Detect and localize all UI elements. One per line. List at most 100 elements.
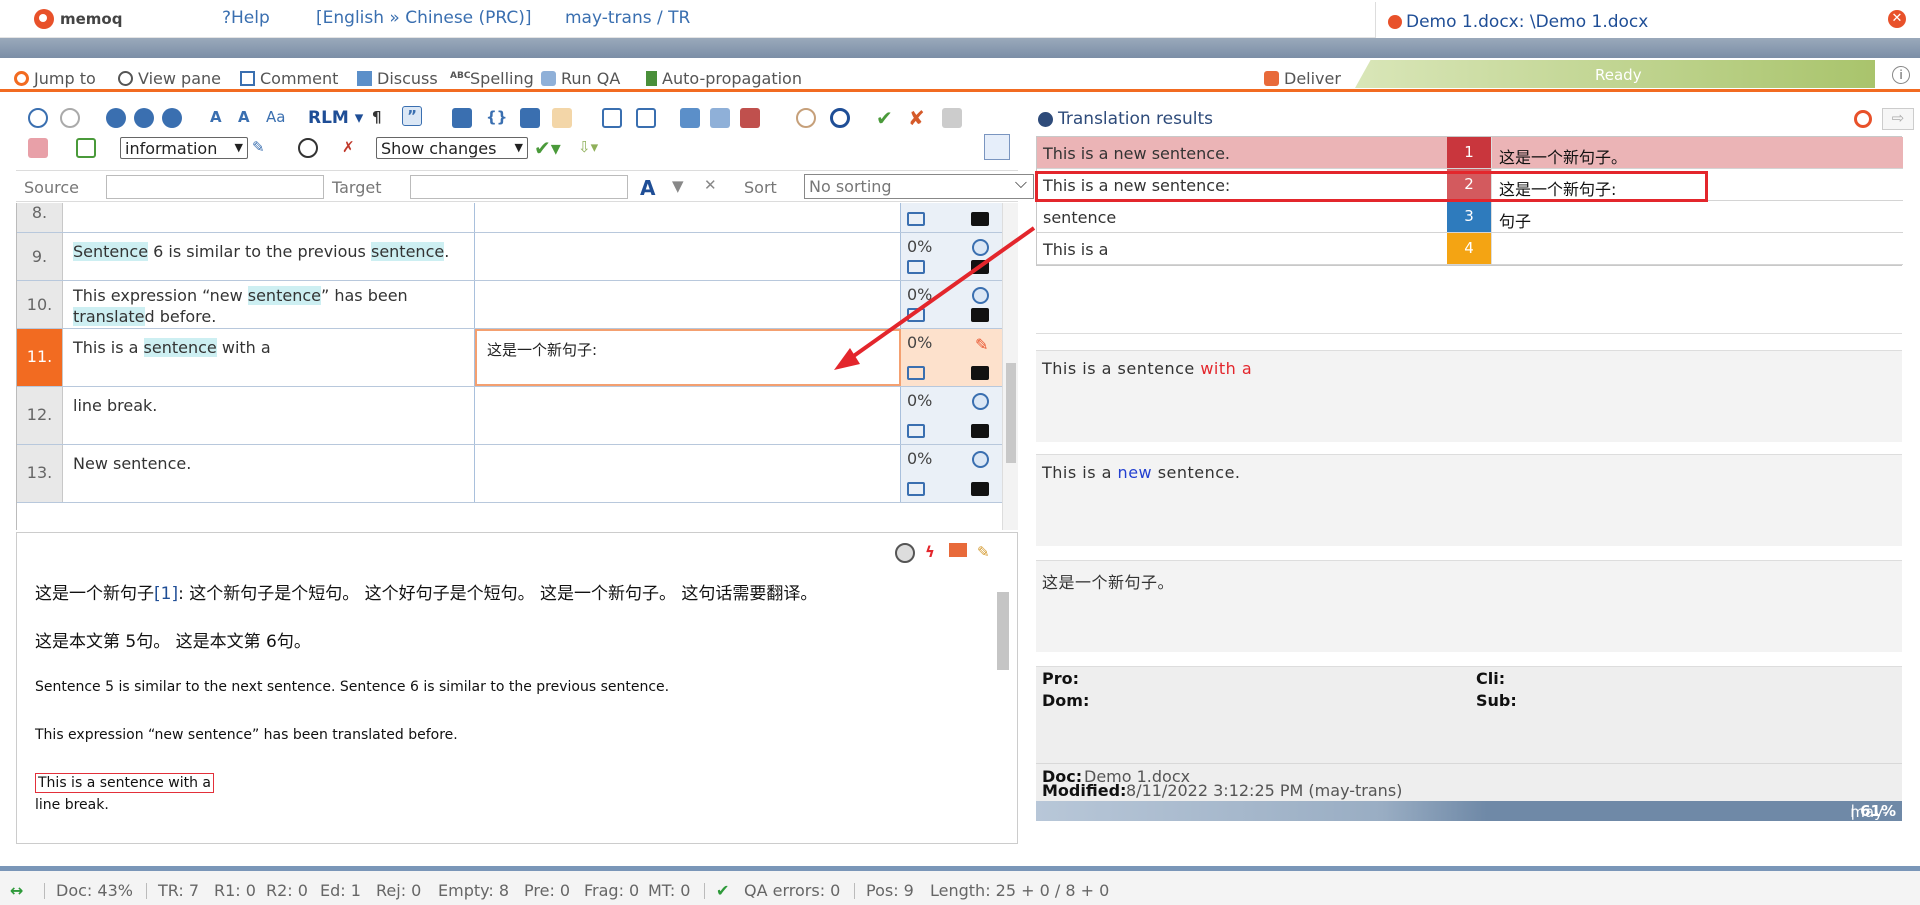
chat-icon[interactable] <box>971 260 989 274</box>
target-cell[interactable] <box>475 233 901 280</box>
bold-icon[interactable] <box>106 108 126 128</box>
comment-icon[interactable] <box>907 366 925 380</box>
undo-icon[interactable] <box>28 108 48 128</box>
run-qa-button[interactable]: Run QA <box>541 69 620 88</box>
comment-icon <box>240 71 255 86</box>
deliver-button[interactable]: Deliver <box>1264 69 1341 88</box>
propagate-dropdown-icon[interactable]: ⇩▾ <box>578 138 598 158</box>
source-cell[interactable]: This expression “new sentence” has been t… <box>63 281 475 328</box>
search-icon[interactable] <box>298 138 318 158</box>
grid-scrollbar[interactable] <box>1002 203 1018 530</box>
target-cell[interactable] <box>475 281 901 328</box>
spelling-button[interactable]: ABC Spelling <box>450 69 534 88</box>
comment-button[interactable]: Comment <box>240 69 338 88</box>
preview-eye-icon[interactable] <box>895 543 915 563</box>
target-cell[interactable] <box>475 387 901 444</box>
copy-tags-icon[interactable] <box>520 108 540 128</box>
chat-icon[interactable] <box>971 212 989 226</box>
comment-icon[interactable] <box>907 424 925 438</box>
lightning-icon[interactable]: ϟ <box>925 543 935 561</box>
rlm-button[interactable]: RLM ▾ <box>308 108 363 128</box>
table-row[interactable]: 8. <box>17 203 1002 233</box>
target-filter-input[interactable] <box>410 175 628 199</box>
source-cell[interactable] <box>63 203 475 232</box>
chat-icon[interactable] <box>971 366 989 380</box>
table-row[interactable]: 12. line break. 0% <box>17 387 1002 445</box>
source-cell[interactable]: This is a sentence with a <box>63 329 475 386</box>
italic-icon[interactable] <box>134 108 154 128</box>
underline-icon[interactable] <box>162 108 182 128</box>
reject-icon[interactable]: ✘ <box>908 106 928 130</box>
font-filter-icon[interactable]: A <box>640 176 660 200</box>
target-cell-editing[interactable]: 这是一个新句子: <box>475 329 901 386</box>
scroll-thumb[interactable] <box>997 592 1009 670</box>
subscript-icon[interactable]: A <box>238 108 258 128</box>
change-case-icon[interactable]: Aa <box>266 108 286 128</box>
lock-icon[interactable] <box>942 108 962 128</box>
discuss-button[interactable]: Discuss <box>357 69 438 88</box>
view-icon[interactable] <box>28 138 48 158</box>
tag-icon[interactable] <box>452 108 472 128</box>
target-cell[interactable] <box>475 203 901 232</box>
confirm-icon[interactable]: ✔ <box>876 106 896 130</box>
chat-icon[interactable] <box>971 424 989 438</box>
scroll-sync-icon[interactable]: ✎ <box>977 543 990 561</box>
insert-tag-icon[interactable]: {} <box>486 108 507 128</box>
comment-icon[interactable] <box>907 260 925 274</box>
table-row[interactable]: 9. Sentence 6 is similar to the previous… <box>17 233 1002 281</box>
concordance-icon[interactable] <box>830 108 850 128</box>
scroll-thumb[interactable] <box>1006 363 1016 463</box>
link-icon[interactable] <box>796 108 816 128</box>
status-pre: Pre: 0 <box>524 881 571 900</box>
jump-to-button[interactable]: Jump to <box>14 69 96 88</box>
pen-icon[interactable]: ✎ <box>252 138 272 158</box>
chat-icon[interactable] <box>971 482 989 496</box>
preview-scrollbar[interactable] <box>994 572 1014 840</box>
confirm-dropdown-icon[interactable]: ✔▾ <box>534 136 561 160</box>
status-length: Length: 25 + 0 / 8 + 0 <box>930 881 1110 900</box>
redo-icon[interactable] <box>60 108 80 128</box>
clear-filter-icon[interactable]: ✕ <box>704 176 724 196</box>
comment-icon[interactable] <box>907 308 925 322</box>
discuss-icon <box>357 71 372 86</box>
table-row[interactable]: 10. This expression “new sentence” has b… <box>17 281 1002 329</box>
close-icon[interactable]: ✕ <box>1888 10 1906 28</box>
superscript-icon[interactable]: A <box>210 108 230 128</box>
source-cell[interactable]: New sentence. <box>63 445 475 502</box>
result-row[interactable]: sentence 3 句子 <box>1037 201 1903 233</box>
comment-icon[interactable] <box>907 482 925 496</box>
sort-select[interactable]: No sorting <box>804 173 1034 199</box>
source-cell[interactable]: Sentence 6 is similar to the previous se… <box>63 233 475 280</box>
table-row[interactable]: 13. New sentence. 0% <box>17 445 1002 503</box>
help-link[interactable]: ?Help <box>222 8 270 28</box>
add-term-icon[interactable] <box>76 138 96 158</box>
join-icon[interactable] <box>680 108 700 128</box>
table-row-active[interactable]: 11. This is a sentence with a 这是一个新句子: 0… <box>17 329 1002 387</box>
delete-icon[interactable] <box>740 108 760 128</box>
edit-icon[interactable] <box>636 108 656 128</box>
comment-icon[interactable] <box>907 212 925 226</box>
info-icon[interactable]: i <box>1892 66 1910 84</box>
target-cell[interactable] <box>475 445 901 502</box>
pilcrow-icon[interactable]: ¶ <box>372 108 392 128</box>
auto-propagation-button[interactable]: Auto-propagation <box>646 69 802 88</box>
track-changes-icon[interactable]: ✗ <box>342 138 362 158</box>
source-cell[interactable]: line break. <box>63 387 475 444</box>
document-tab[interactable]: Demo 1.docx: \Demo 1.docx ✕ <box>1375 2 1920 38</box>
tags-icon[interactable]: ” <box>402 106 422 126</box>
view-pane-button[interactable]: View pane <box>118 69 221 88</box>
result-row[interactable]: This is a new sentence. 1 这是一个新句子。 <box>1037 137 1903 169</box>
information-select[interactable]: information <box>120 137 248 159</box>
filter-icon[interactable] <box>984 134 1010 160</box>
copy-source-icon[interactable] <box>602 108 622 128</box>
insert-icon[interactable]: ⇨ <box>1882 108 1914 130</box>
funnel-icon[interactable]: ▼ <box>672 177 692 197</box>
result-row[interactable]: This is a 4 <box>1037 233 1903 265</box>
clear-tags-icon[interactable] <box>552 108 572 128</box>
source-filter-input[interactable] <box>106 175 324 199</box>
chat-icon[interactable] <box>971 308 989 322</box>
split-icon[interactable] <box>710 108 730 128</box>
show-changes-select[interactable]: Show changes <box>376 137 528 159</box>
comment-flag-icon[interactable] <box>949 543 967 557</box>
refresh-icon[interactable] <box>1854 110 1872 128</box>
